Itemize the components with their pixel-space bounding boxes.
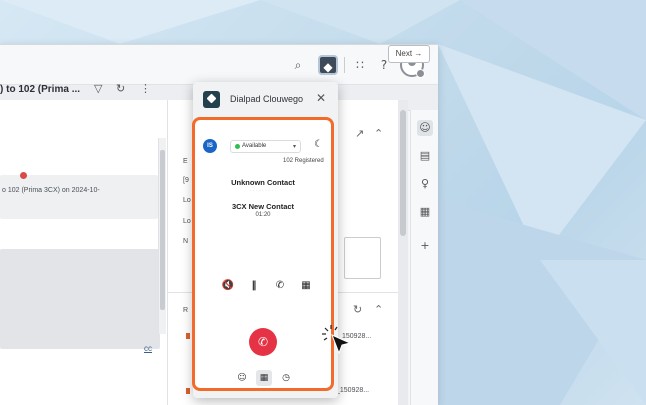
chevron-up-icon[interactable]: ⌃	[374, 127, 383, 140]
filter-icon[interactable]: ▽	[94, 82, 102, 95]
notification-badge	[20, 172, 27, 179]
list-item-marker	[186, 333, 190, 339]
content-placeholder	[0, 249, 160, 349]
hold-icon[interactable]: ‖	[246, 278, 262, 294]
list-item-marker	[186, 388, 190, 394]
keypad-icon[interactable]: ▦	[298, 278, 314, 294]
field-label-fragment: Lo	[183, 197, 191, 204]
contact-number: · · · · · · · · ·	[249, 188, 277, 194]
open-external-icon[interactable]: ↗	[355, 127, 364, 140]
next-button-label: Next	[395, 49, 413, 58]
activity-note: o 102 (Prima 3CX) on 2024-10-	[0, 175, 158, 219]
crm-contact-name: 3CX New Contact	[231, 202, 295, 211]
refresh-icon[interactable]: ↻	[353, 303, 362, 316]
registration-status: 102 Registered	[283, 158, 324, 164]
dialer-logo: IS	[203, 139, 217, 153]
search-icon[interactable]: ⌕	[288, 55, 308, 75]
avatar-status-dot	[416, 69, 425, 78]
grid-icon[interactable]: ▦	[417, 204, 433, 220]
extension-title: Dialpad Clouwego	[230, 94, 304, 104]
history-tab-icon[interactable]: ◷	[278, 370, 294, 386]
apps-grid-icon[interactable]: ∷	[350, 55, 370, 75]
next-button[interactable]: Next →	[388, 45, 430, 63]
dialer-bottom-nav: ☺ ▦ ◷	[195, 368, 331, 388]
left-scrollbar[interactable]	[158, 138, 166, 334]
activity-note-text: o 102 (Prima 3CX) on 2024-10-	[2, 187, 100, 194]
field-label-fragment: E	[183, 158, 188, 165]
contact-icon[interactable]: ☺	[417, 120, 433, 136]
left-scrollbar-thumb[interactable]	[160, 150, 165, 310]
mute-icon[interactable]: 🔇	[220, 278, 236, 294]
transfer-call-icon[interactable]: ✆	[272, 278, 288, 294]
field-label-fragment: N	[183, 238, 189, 245]
toolbar-separator	[344, 57, 345, 73]
contact-name: Unknown Contact	[231, 178, 295, 187]
list-item[interactable]: _150928...	[336, 387, 369, 394]
right-scrollbar-thumb[interactable]	[400, 110, 406, 236]
add-icon[interactable]: +	[417, 238, 433, 254]
do-not-disturb-icon[interactable]: ☾	[314, 139, 323, 150]
list-section-label: R	[183, 307, 189, 314]
caret-down-icon: ▾	[292, 143, 296, 150]
mouse-cursor-icon	[322, 325, 352, 355]
history-icon[interactable]: ↻	[116, 82, 125, 95]
status-dropdown[interactable]: Available ▾	[230, 140, 301, 153]
hangup-button[interactable]: ✆	[249, 328, 277, 356]
calendar-icon[interactable]: ▤	[417, 148, 433, 164]
chevron-up-icon[interactable]: ⌃	[374, 303, 383, 316]
cc-link[interactable]: cc	[144, 344, 152, 353]
status-value: Available	[242, 143, 267, 149]
right-scrollbar[interactable]	[398, 100, 408, 405]
status-dot	[235, 144, 240, 149]
side-utility-bar: ☺ ▤ ♀ ▦ +	[410, 110, 438, 405]
extension-logo-icon	[203, 91, 220, 108]
dialpad-tab-icon[interactable]: ▦	[256, 370, 272, 386]
user-alert-icon[interactable]: ♀	[417, 176, 433, 192]
record-title: ) to 102 (Prima ...	[0, 84, 81, 95]
dialer-panel: IS Available ▾ ☾ 102 Registered Unknown …	[192, 117, 334, 391]
close-icon[interactable]: ✕	[316, 91, 326, 105]
field-label-fragment: [9	[183, 177, 189, 184]
extension-icon[interactable]: ◆	[318, 55, 338, 75]
more-options-icon[interactable]: ⋮	[140, 82, 151, 95]
contacts-tab-icon[interactable]: ☺	[234, 370, 250, 386]
extension-header: Dialpad Clouwego ✕	[193, 82, 338, 116]
top-toolbar: ⌕ ◆ ∷ ?	[0, 45, 438, 85]
call-timer: 01:20	[255, 212, 271, 218]
description-textarea[interactable]	[344, 237, 381, 279]
field-label-fragment: Lo	[183, 218, 191, 225]
